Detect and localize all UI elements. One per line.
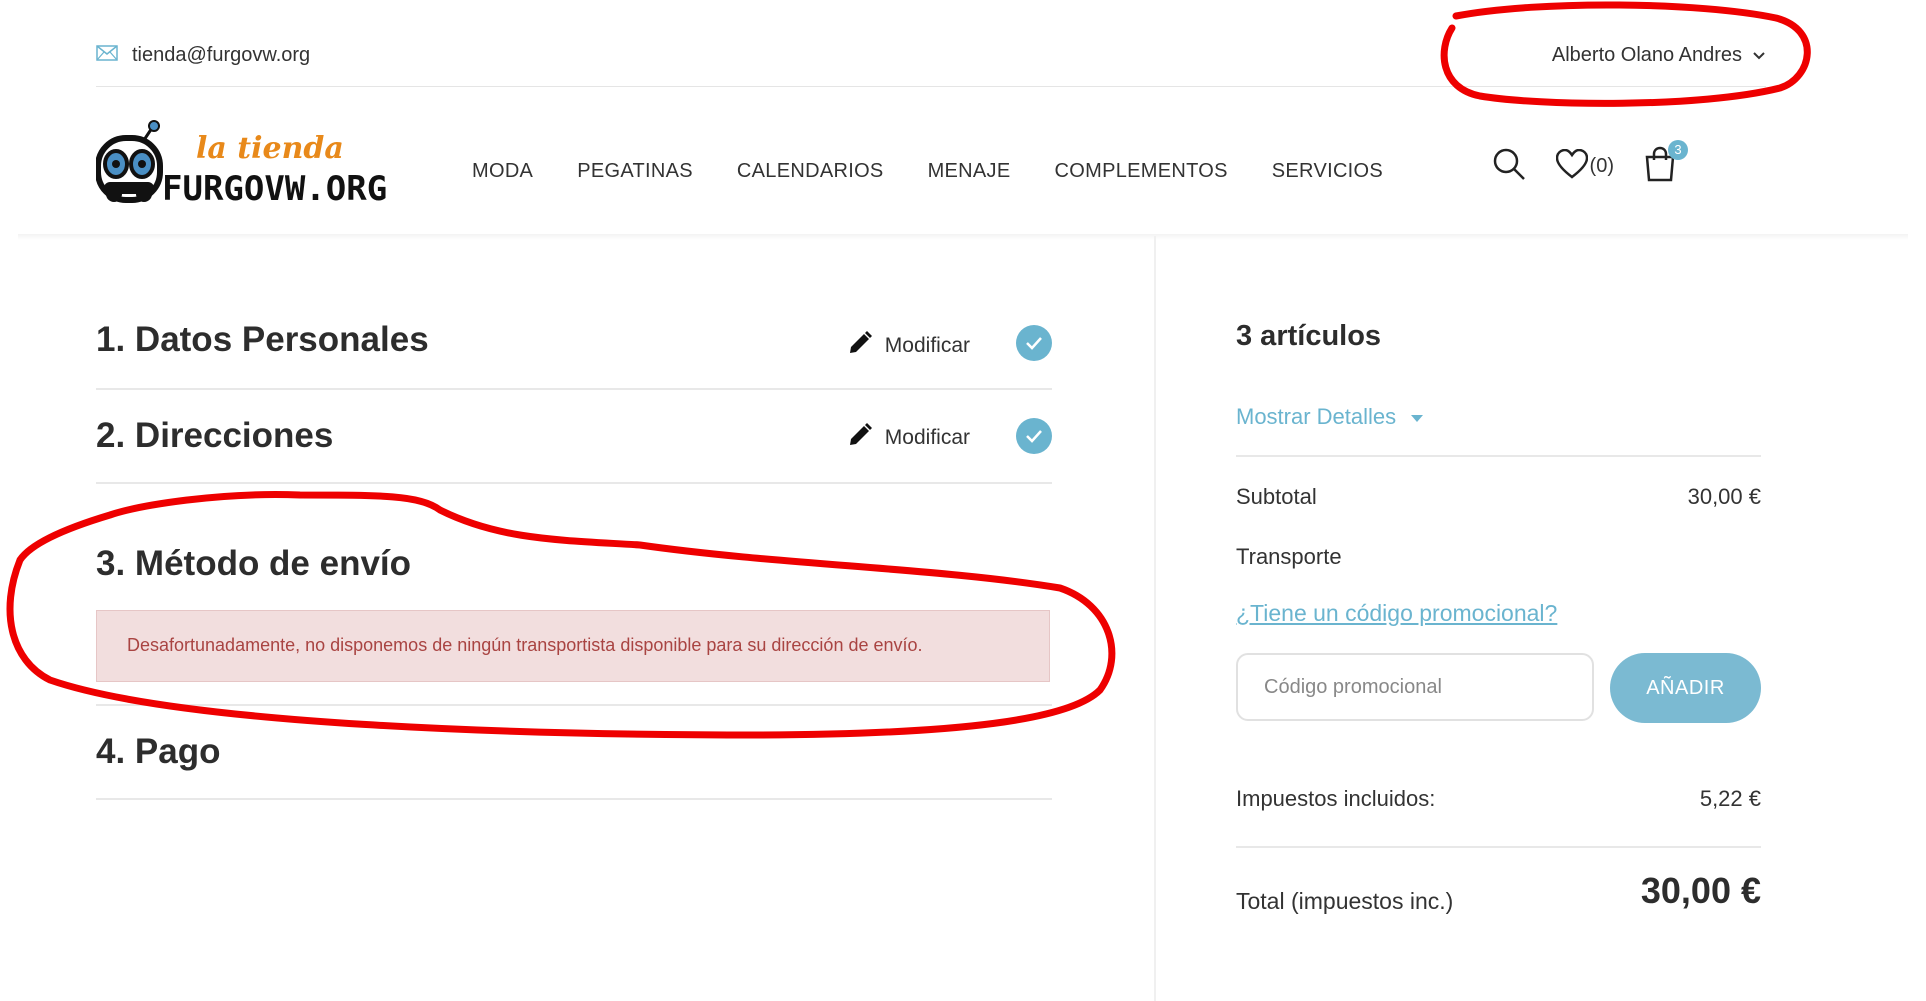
search-icon[interactable] bbox=[1492, 147, 1526, 186]
taxes-row: Impuestos incluidos: 5,22 € bbox=[1236, 786, 1761, 812]
shipping-row: Transporte bbox=[1236, 544, 1761, 570]
main-nav: la tienda FURGOVW.ORG MODA PEGATINAS CAL… bbox=[95, 110, 1766, 220]
user-account-menu[interactable]: Alberto Olano Andres bbox=[1552, 44, 1766, 67]
check-icon bbox=[1016, 418, 1052, 454]
divider bbox=[1236, 455, 1761, 457]
total-label: Total (impuestos inc.) bbox=[1236, 888, 1454, 914]
items-count: 3 artículos bbox=[1236, 320, 1382, 352]
modify-label: Modificar bbox=[884, 426, 970, 449]
caret-down-icon bbox=[1410, 404, 1424, 430]
contact-email[interactable]: tienda@furgovw.org bbox=[96, 44, 310, 67]
svg-text:FURGOVW.ORG: FURGOVW.ORG bbox=[162, 169, 387, 209]
step-title: 4. Pago bbox=[96, 732, 221, 771]
check-icon bbox=[1016, 325, 1052, 361]
header-actions: (0) 3 bbox=[1492, 140, 1688, 187]
taxes-value: 5,22 € bbox=[1699, 786, 1761, 811]
heart-icon bbox=[1555, 148, 1588, 185]
no-carrier-alert: Desafortunadamente, no disponemos de nin… bbox=[96, 610, 1050, 682]
step-title: 2. Direcciones bbox=[96, 416, 334, 455]
envelope-icon bbox=[96, 44, 118, 67]
menu-item-complementos[interactable]: COMPLEMENTOS bbox=[1055, 160, 1228, 183]
shopping-bag-icon bbox=[1644, 146, 1676, 186]
divider bbox=[1236, 846, 1761, 848]
pencil-icon bbox=[847, 422, 873, 454]
email-text: tienda@furgovw.org bbox=[132, 44, 311, 66]
step-shipping-method: 3. Método de envío Desafortunadamente, n… bbox=[96, 484, 1052, 706]
taxes-label: Impuestos incluidos: bbox=[1236, 786, 1436, 811]
header-shadow bbox=[18, 234, 1908, 240]
wishlist-button[interactable]: (0) bbox=[1555, 148, 1614, 185]
cart-count-badge: 3 bbox=[1668, 140, 1688, 160]
chevron-down-icon bbox=[1752, 44, 1766, 67]
show-details-label: Mostrar Detalles bbox=[1236, 404, 1397, 429]
shipping-label: Transporte bbox=[1236, 544, 1342, 569]
modify-addresses-button[interactable]: Modificar bbox=[847, 422, 970, 454]
checkout-steps: 1. Datos Personales Modificar 2. Direcci… bbox=[96, 300, 1052, 800]
step-personal-data: 1. Datos Personales Modificar bbox=[96, 300, 1052, 390]
user-name: Alberto Olano Andres bbox=[1551, 44, 1742, 66]
total-value: 30,00 € bbox=[1640, 870, 1761, 911]
promo-code-link[interactable]: ¿Tiene un código promocional? bbox=[1236, 600, 1557, 627]
step-title: 1. Datos Personales bbox=[96, 320, 429, 359]
top-bar: tienda@furgovw.org Alberto Olano Andres bbox=[96, 38, 1766, 87]
subtotal-row: Subtotal 30,00 € bbox=[1236, 484, 1761, 510]
menu-item-pegatinas[interactable]: PEGATINAS bbox=[577, 160, 693, 183]
menu-item-calendarios[interactable]: CALENDARIOS bbox=[737, 160, 884, 183]
wishlist-count: (0) bbox=[1589, 155, 1614, 177]
menu-item-menaje[interactable]: MENAJE bbox=[928, 160, 1011, 183]
column-divider bbox=[1154, 236, 1156, 1001]
logo-mascot-icon bbox=[95, 120, 163, 203]
pencil-icon bbox=[847, 330, 873, 362]
total-row: Total (impuestos inc.) 30,00 € bbox=[1236, 870, 1761, 920]
menu-item-servicios[interactable]: SERVICIOS bbox=[1272, 160, 1383, 183]
site-logo[interactable]: la tienda FURGOVW.ORG bbox=[95, 120, 416, 215]
show-details-toggle[interactable]: Mostrar Detalles bbox=[1236, 404, 1424, 430]
subtotal-value: 30,00 € bbox=[1687, 484, 1761, 509]
promo-code-input[interactable] bbox=[1236, 653, 1594, 721]
category-menu: MODA PEGATINAS CALENDARIOS MENAJE COMPLE… bbox=[472, 160, 1383, 183]
step-title: 3. Método de envío bbox=[96, 544, 412, 583]
cart-button[interactable]: 3 bbox=[1644, 140, 1688, 187]
step-addresses: 2. Direcciones Modificar bbox=[96, 390, 1052, 484]
modify-personal-data-button[interactable]: Modificar bbox=[847, 330, 970, 362]
step-payment[interactable]: 4. Pago bbox=[96, 706, 1052, 800]
svg-text:la tienda: la tienda bbox=[196, 131, 344, 166]
add-promo-button[interactable]: AÑADIR bbox=[1610, 653, 1761, 723]
menu-item-moda[interactable]: MODA bbox=[472, 160, 533, 183]
modify-label: Modificar bbox=[884, 334, 970, 357]
subtotal-label: Subtotal bbox=[1236, 484, 1317, 509]
